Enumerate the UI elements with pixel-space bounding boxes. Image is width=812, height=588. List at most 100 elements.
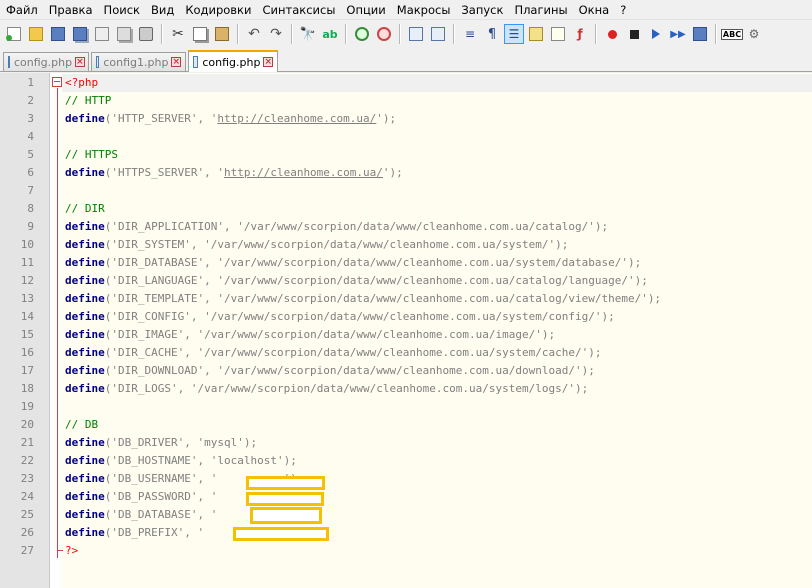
- code-line[interactable]: 15 define('DIR_IMAGE', '/var/www/scorpion…: [0, 326, 812, 344]
- close-tab-icon[interactable]: ×: [171, 57, 181, 67]
- code-line[interactable]: 22 define('DB_HOSTNAME', 'localhost');: [0, 452, 812, 470]
- menu-item[interactable]: Синтаксисы: [257, 3, 340, 17]
- code-line[interactable]: 12 define('DIR_LANGUAGE', '/var/www/scorp…: [0, 272, 812, 290]
- function-list-icon[interactable]: ƒ: [571, 25, 589, 43]
- code-token: define: [65, 310, 105, 323]
- menu-item[interactable]: Вид: [146, 3, 179, 17]
- code-line[interactable]: 27 ?>: [0, 542, 812, 560]
- code-line[interactable]: 8 // DIR: [0, 200, 812, 218]
- line-number: 18: [20, 382, 34, 395]
- record-macro-icon[interactable]: [603, 25, 621, 43]
- code-line[interactable]: 26 define('DB_PREFIX', ': [0, 524, 812, 542]
- user-lang-icon[interactable]: [527, 25, 545, 43]
- code-line[interactable]: 19: [0, 398, 812, 416]
- find-icon[interactable]: 🔭: [299, 25, 317, 43]
- save-icon[interactable]: [49, 25, 67, 43]
- code-line[interactable]: 2 // HTTP: [0, 92, 812, 110]
- code-line[interactable]: 16 define('DIR_CACHE', '/var/www/scorpion…: [0, 344, 812, 362]
- copy-icon[interactable]: [191, 25, 209, 43]
- code-line[interactable]: 4: [0, 128, 812, 146]
- spellcheck-icon[interactable]: ABC: [720, 25, 744, 43]
- code-line[interactable]: 23define('DB_USERNAME', ' ');: [0, 470, 812, 488]
- code-token: );: [243, 436, 258, 449]
- save-all-icon[interactable]: [71, 25, 89, 43]
- code-line[interactable]: 21 define('DB_DRIVER', 'mysql');: [0, 434, 812, 452]
- undo-icon[interactable]: ↶: [245, 25, 263, 43]
- redo-icon[interactable]: ↷: [267, 25, 285, 43]
- print-icon[interactable]: [137, 25, 155, 43]
- code-line[interactable]: 13 define('DIR_TEMPLATE', '/var/www/scorp…: [0, 290, 812, 308]
- close-tab-icon[interactable]: ×: [75, 57, 85, 67]
- code-token: ,: [204, 256, 218, 269]
- cut-icon[interactable]: ✂: [169, 25, 187, 43]
- tab-config-php-active[interactable]: config.php ×: [188, 50, 278, 72]
- code-token: http://cleanhome.com.ua/: [223, 166, 383, 179]
- menu-item[interactable]: Правка: [44, 3, 98, 17]
- sync-horizontal-icon[interactable]: [429, 25, 447, 43]
- line-number: 1: [27, 76, 34, 89]
- menu-item[interactable]: Опции: [341, 3, 390, 17]
- code-lines: 1 <?php 2 // HTTP 3 define('HTTP_SERVER', 'ht…: [0, 74, 812, 560]
- code-line[interactable]: 3 define('HTTP_SERVER', 'http://cleanhome…: [0, 110, 812, 128]
- new-file-icon[interactable]: [5, 25, 23, 43]
- play-multiple-icon[interactable]: ▶▶: [669, 25, 687, 43]
- code-line[interactable]: 6 define('HTTPS_SERVER', 'http://cleanhom…: [0, 164, 812, 182]
- code-token: 'DB_HOSTNAME': [111, 454, 198, 467]
- code-line[interactable]: 17 define('DIR_DOWNLOAD', '/var/www/scorp…: [0, 362, 812, 380]
- code-editor[interactable]: 1 <?php 2 // HTTP 3 define('HTTP_SERVER', 'ht…: [0, 73, 812, 588]
- code-line[interactable]: 5 // HTTPS: [0, 146, 812, 164]
- settings-icon[interactable]: ⚙: [745, 25, 763, 43]
- code-line[interactable]: 10 define('DIR_SYSTEM', '/var/www/scorpio…: [0, 236, 812, 254]
- all-chars-icon[interactable]: ¶: [483, 25, 501, 43]
- stop-record-icon[interactable]: [625, 25, 643, 43]
- code-token: );: [555, 238, 569, 251]
- code-token: 'mysql': [197, 436, 244, 449]
- menu-item[interactable]: Файл: [0, 3, 43, 17]
- code-token: 'DIR_APPLICATION': [111, 220, 224, 233]
- tab-config1-php[interactable]: config1.php ×: [91, 52, 186, 71]
- code-line[interactable]: 7: [0, 182, 812, 200]
- tab-config-php-1[interactable]: config.php ×: [3, 52, 89, 71]
- doc-map-icon[interactable]: [549, 25, 567, 43]
- zoom-in-icon[interactable]: [353, 25, 371, 43]
- code-token: define: [65, 346, 105, 359]
- menu-item[interactable]: Плагины: [509, 3, 572, 17]
- menu-item[interactable]: Поиск: [99, 3, 145, 17]
- line-number: 17: [20, 364, 34, 377]
- code-token: '/var/www/scorpion/data/www/cleanhome.co…: [204, 310, 602, 323]
- menu-item[interactable]: ?: [615, 3, 631, 17]
- code-line[interactable]: 18 define('DIR_LOGS', '/var/www/scorpion/…: [0, 380, 812, 398]
- code-line[interactable]: 9 define('DIR_APPLICATION', '/var/www/sco…: [0, 218, 812, 236]
- code-text: define('DIR_IMAGE', '/var/www/scorpion/d…: [65, 326, 555, 344]
- menu-item[interactable]: Макросы: [392, 3, 456, 17]
- code-text: // DB: [65, 416, 98, 434]
- open-file-icon[interactable]: [27, 25, 45, 43]
- code-token: ,: [190, 238, 205, 251]
- code-line[interactable]: 14 define('DIR_CONFIG', '/var/www/scorpio…: [0, 308, 812, 326]
- menu-item[interactable]: Окна: [574, 3, 615, 17]
- sync-vertical-icon[interactable]: [407, 25, 425, 43]
- word-wrap-icon[interactable]: ≡: [461, 25, 479, 43]
- code-token: define: [65, 472, 105, 485]
- code-token: '/var/www/scorpion/data/www/cleanhome.co…: [217, 364, 582, 377]
- code-text: // HTTP: [65, 92, 111, 110]
- close-tab-icon[interactable]: ×: [263, 57, 273, 67]
- save-macro-icon[interactable]: [691, 25, 709, 43]
- line-number: 24: [20, 490, 34, 503]
- menu-item[interactable]: Кодировки: [180, 3, 256, 17]
- line-number: 12: [20, 274, 34, 287]
- code-line[interactable]: 1 <?php: [0, 74, 812, 92]
- close-icon[interactable]: [93, 25, 111, 43]
- code-line[interactable]: 25define('DB_DATABASE', ' ');: [0, 506, 812, 524]
- menu-item[interactable]: Запуск: [456, 3, 508, 17]
- paste-icon[interactable]: [213, 25, 231, 43]
- indent-guide-icon[interactable]: ☰: [504, 24, 524, 44]
- code-text: define('DIR_LOGS', '/var/www/scorpion/da…: [65, 380, 588, 398]
- play-macro-icon[interactable]: [647, 25, 665, 43]
- replace-icon[interactable]: ab: [321, 25, 339, 43]
- code-line[interactable]: 24define('DB_PASSWORD', ' ');: [0, 488, 812, 506]
- code-line[interactable]: 20 // DB: [0, 416, 812, 434]
- code-line[interactable]: 11 define('DIR_DATABASE', '/var/www/scorp…: [0, 254, 812, 272]
- zoom-out-icon[interactable]: [375, 25, 393, 43]
- close-all-icon[interactable]: [115, 25, 133, 43]
